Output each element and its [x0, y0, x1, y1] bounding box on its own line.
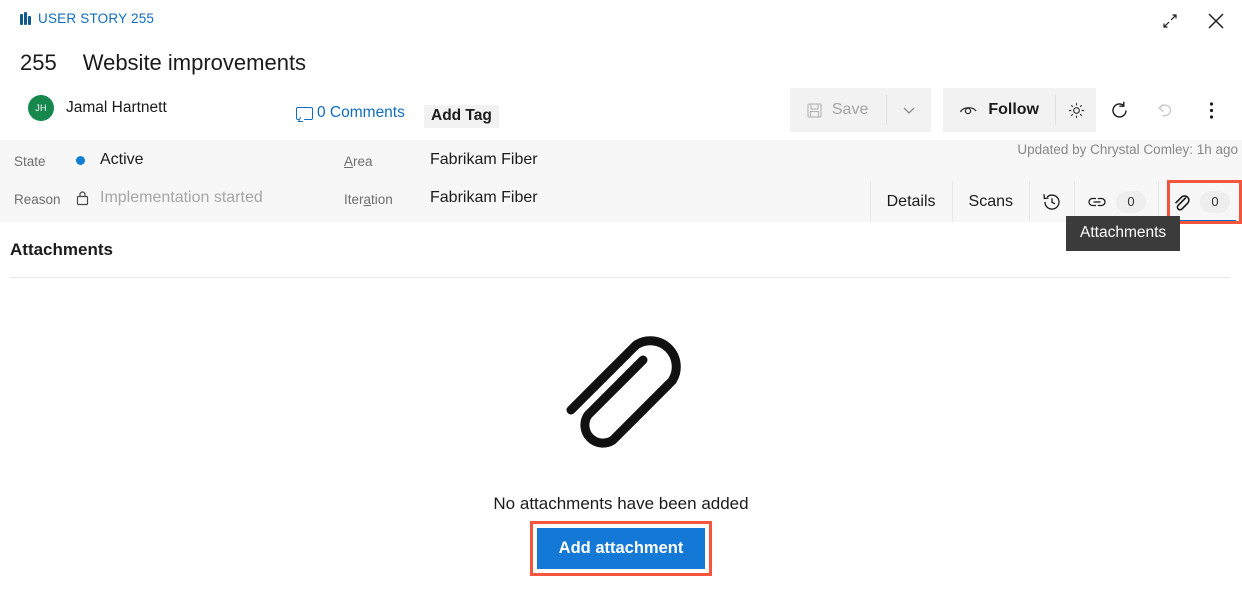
work-item-type-link[interactable]: USER STORY 255: [20, 11, 154, 26]
follow-button[interactable]: Follow: [943, 88, 1055, 132]
attachments-empty-state: No attachments have been added Add attac…: [0, 320, 1242, 576]
history-icon: [1043, 193, 1060, 210]
save-button[interactable]: Save: [790, 88, 886, 132]
reason-value: Implementation started: [100, 189, 263, 206]
more-options-button[interactable]: [1188, 88, 1234, 132]
attachments-count-badge: 0: [1200, 190, 1230, 213]
state-value[interactable]: Active: [100, 151, 144, 169]
settings-button[interactable]: [1056, 88, 1096, 132]
close-icon: [1208, 13, 1224, 29]
tab-scans[interactable]: Scans: [951, 181, 1029, 222]
gear-icon: [1068, 102, 1084, 118]
eye-icon: [960, 106, 977, 114]
window-controls: [1152, 6, 1234, 36]
more-vertical-icon: [1209, 101, 1213, 119]
tab-details[interactable]: Details: [869, 181, 952, 222]
comment-bubble-icon: [296, 106, 313, 120]
attachments-tooltip: Attachments: [1066, 216, 1181, 251]
undo-icon: [1157, 103, 1171, 116]
refresh-button[interactable]: [1096, 88, 1142, 132]
links-count-badge: 0: [1116, 190, 1146, 213]
empty-state-message: No attachments have been added: [493, 494, 749, 513]
refresh-icon: [1111, 101, 1127, 118]
close-button[interactable]: [1198, 6, 1234, 36]
user-story-icon: [20, 12, 31, 25]
save-label: Save: [831, 101, 869, 118]
area-value[interactable]: Fabrikam Fiber: [430, 151, 538, 169]
restore-window-icon: [1163, 14, 1177, 28]
save-disk-icon: [807, 102, 822, 118]
work-item-type-label: USER STORY 255: [38, 11, 155, 26]
state-dot: [76, 156, 85, 165]
work-item-dialog: USER STORY 255 255 Website improvements …: [0, 0, 1242, 603]
work-item-title-row: 255 Website improvements: [20, 50, 306, 76]
work-item-toolbar: Save Follow: [789, 88, 1234, 132]
add-tag-button[interactable]: Add Tag: [424, 105, 499, 128]
work-item-title[interactable]: Website improvements: [83, 50, 306, 76]
updated-by-label: Updated by Chrystal Comley: 1h ago: [1017, 142, 1238, 157]
comments-count-label: 0 Comments: [317, 104, 405, 121]
iteration-value[interactable]: Fabrikam Fiber: [430, 189, 538, 207]
chevron-down-icon: [903, 107, 915, 114]
state-label: State: [14, 154, 46, 169]
restore-window-button[interactable]: [1152, 6, 1188, 36]
section-divider: [10, 277, 1230, 278]
add-attachment-button[interactable]: Add attachment: [536, 528, 706, 569]
work-item-header: USER STORY 255 255 Website improvements …: [0, 0, 1242, 140]
undo-button[interactable]: [1142, 88, 1188, 132]
work-item-tabs: Details Scans 0 0: [869, 181, 1242, 222]
large-paperclip-icon: [566, 336, 681, 448]
follow-button-group: Follow: [943, 88, 1096, 132]
lock-icon: [76, 191, 89, 211]
page-title: Attachments: [10, 240, 113, 259]
follow-label: Follow: [988, 101, 1039, 118]
save-dropdown-button[interactable]: [887, 88, 931, 132]
add-attachment-wrapper: Add attachment: [529, 521, 713, 576]
area-label: Area: [344, 154, 373, 169]
assignee-name: Jamal Hartnett: [66, 99, 167, 116]
link-icon: [1088, 197, 1106, 206]
iteration-label: Iteration: [344, 192, 393, 207]
save-button-group: Save: [789, 88, 932, 132]
paperclip-icon: [1175, 194, 1190, 211]
assignee-row[interactable]: JH Jamal Hartnett: [28, 95, 167, 121]
reason-label: Reason: [14, 192, 61, 207]
avatar: JH: [28, 95, 54, 121]
work-item-id: 255: [20, 50, 57, 75]
comments-link[interactable]: 0 Comments: [296, 104, 405, 122]
